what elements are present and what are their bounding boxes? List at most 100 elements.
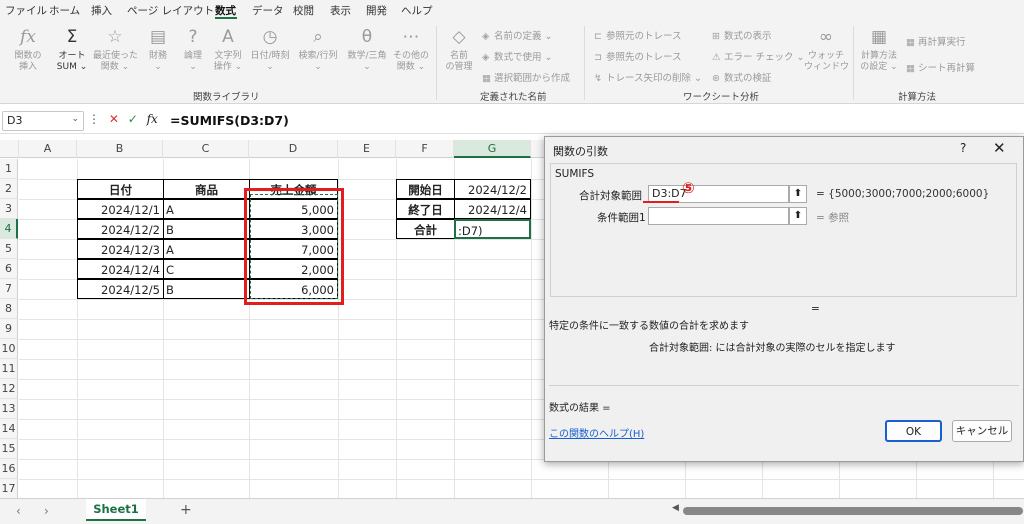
column-header-d[interactable]: D — [249, 140, 338, 158]
define-name-button[interactable]: ◈ 名前の定義 ⌄ — [482, 28, 552, 42]
create-from-selection-button[interactable]: ▦ 選択範囲から作成 — [482, 70, 570, 84]
row-header[interactable]: 14 — [0, 419, 18, 439]
table-cell-product[interactable]: B — [163, 219, 250, 239]
row-header[interactable]: 13 — [0, 399, 18, 419]
tab-page-layout[interactable]: ページ レイアウト — [127, 3, 214, 18]
trace-precedents-button[interactable]: ⊏ 参照元のトレース — [594, 28, 682, 42]
row-header[interactable]: 4 — [0, 219, 18, 239]
column-header-b[interactable]: B — [77, 140, 163, 158]
insert-function-button[interactable]: fx 関数の 挿入 — [6, 26, 50, 73]
total-label[interactable]: 合計 — [396, 219, 455, 239]
calc-now-button[interactable]: ▦ 再計算実行 — [906, 34, 966, 48]
error-checking-button[interactable]: ⚠ エラー チェック ⌄ — [712, 49, 805, 63]
row-header[interactable]: 12 — [0, 379, 18, 399]
name-manager-button[interactable]: ◇ 名前 の管理 — [437, 26, 481, 73]
more-icon[interactable]: ⋮ — [88, 112, 100, 126]
horizontal-scrollbar[interactable] — [683, 507, 1023, 515]
row-header[interactable]: 11 — [0, 359, 18, 379]
tab-file[interactable]: ファイル — [5, 3, 47, 18]
scroll-right-icon[interactable]: › — [44, 504, 49, 518]
calc-sheet-button[interactable]: ▦ シート再計算 — [906, 60, 975, 74]
trace-icon: ⊐ — [594, 52, 602, 63]
ok-button[interactable]: OK — [885, 420, 942, 442]
table-cell-product[interactable]: A — [163, 199, 250, 219]
row-header[interactable]: 1 — [0, 159, 18, 179]
collapse-dialog-button[interactable]: ⬆ — [789, 207, 807, 225]
more-functions-button[interactable]: ⋯ その他の 関数 ⌄ — [389, 26, 433, 73]
table-header-date[interactable]: 日付 — [77, 179, 164, 199]
use-in-formula-button[interactable]: ◈ 数式で使用 ⌄ — [482, 49, 552, 63]
chevron-down-icon[interactable]: ⌄ — [71, 114, 79, 124]
show-formulas-button[interactable]: ⊞ 数式の表示 — [712, 28, 772, 42]
table-cell-date[interactable]: 2024/12/3 — [77, 239, 164, 259]
table-cell-product[interactable]: B — [163, 279, 250, 299]
row-header[interactable]: 6 — [0, 259, 18, 279]
column-header-c[interactable]: C — [163, 140, 249, 158]
table-cell-product[interactable]: C — [163, 259, 250, 279]
recent-functions-button[interactable]: ☆ 最近使った 関数 ⌄ — [93, 26, 138, 73]
row-header[interactable]: 17 — [0, 479, 18, 499]
row-header[interactable]: 5 — [0, 239, 18, 259]
start-date-value[interactable]: 2024/12/2 — [454, 179, 531, 199]
end-date-label[interactable]: 終了日 — [396, 199, 455, 219]
evaluate-formula-button[interactable]: ⊛ 数式の検証 — [712, 70, 772, 84]
help-icon[interactable]: ? — [960, 141, 966, 155]
formula-input[interactable]: =SUMIFS(D3:D7) — [170, 113, 289, 128]
end-date-value[interactable]: 2024/12/4 — [454, 199, 531, 219]
math-button[interactable]: θ 数学/三角 ⌄ — [345, 26, 389, 73]
tab-data[interactable]: データ — [252, 3, 284, 18]
trace-dependents-button[interactable]: ⊐ 参照先のトレース — [594, 49, 682, 63]
tab-formulas[interactable]: 数式 — [215, 3, 236, 18]
total-value-cell[interactable]: :D7) — [454, 219, 531, 239]
row-header[interactable]: 8 — [0, 299, 18, 319]
function-help-link[interactable]: この関数のヘルプ(H) — [549, 425, 644, 440]
fx-icon[interactable]: fx — [147, 112, 158, 126]
lookup-icon: ⌕ — [313, 27, 323, 47]
column-header-g[interactable]: G — [454, 140, 531, 158]
row-header[interactable]: 2 — [0, 179, 18, 199]
select-all-corner[interactable] — [0, 140, 19, 158]
cancel-button[interactable]: キャンセル — [952, 420, 1012, 442]
table-cell-product[interactable]: A — [163, 239, 250, 259]
row-header[interactable]: 3 — [0, 199, 18, 219]
scroll-left-arrow-icon[interactable]: ◀ — [672, 503, 679, 513]
tab-help[interactable]: ヘルプ — [401, 3, 433, 18]
remove-arrows-button[interactable]: ↯ トレース矢印の削除 ⌄ — [594, 70, 702, 84]
check-icon[interactable]: ✓ — [128, 112, 138, 126]
name-box[interactable]: D3 ⌄ — [2, 111, 84, 131]
row-header[interactable]: 10 — [0, 339, 18, 359]
row-header[interactable]: 7 — [0, 279, 18, 299]
cancel-icon[interactable]: ✕ — [109, 112, 119, 126]
sheet-tab-sheet1[interactable]: Sheet1 — [86, 499, 146, 521]
row-header[interactable]: 9 — [0, 319, 18, 339]
tab-developer[interactable]: 開発 — [366, 3, 387, 18]
lookup-button[interactable]: ⌕ 検索/行列 ⌄ — [296, 26, 340, 73]
start-date-label[interactable]: 開始日 — [396, 179, 455, 199]
column-header-a[interactable]: A — [19, 140, 77, 158]
tab-insert[interactable]: 挿入 — [91, 3, 112, 18]
autosum-button[interactable]: Σ オート SUM ⌄ — [50, 26, 94, 73]
close-icon[interactable]: ✕ — [993, 139, 1006, 157]
criteria-range1-input[interactable] — [648, 207, 789, 225]
table-header-product[interactable]: 商品 — [163, 179, 250, 199]
table-cell-date[interactable]: 2024/12/4 — [77, 259, 164, 279]
table-cell-date[interactable]: 2024/12/5 — [77, 279, 164, 299]
row-header[interactable]: 15 — [0, 439, 18, 459]
watch-window-button[interactable]: ∞ ウォッチ ウィンドウ — [804, 26, 849, 73]
row-header[interactable]: 16 — [0, 459, 18, 479]
datetime-button[interactable]: ◷ 日付/時刻 ⌄ — [248, 26, 292, 73]
column-header-e[interactable]: E — [338, 140, 396, 158]
table-cell-date[interactable]: 2024/12/2 — [77, 219, 164, 239]
tab-view[interactable]: 表示 — [330, 3, 351, 18]
tab-home[interactable]: ホーム — [49, 3, 80, 18]
column-header-f[interactable]: F — [396, 140, 454, 158]
table-cell-date[interactable]: 2024/12/1 — [77, 199, 164, 219]
formula-bar: D3 ⌄ ⋮ ✕ ✓ fx =SUMIFS(D3:D7) — [0, 108, 1024, 134]
calc-options-button[interactable]: ▦ 計算方法 の設定 ⌄ — [857, 26, 901, 73]
text-button[interactable]: A 文字列 操作 ⌄ — [206, 26, 250, 73]
collapse-dialog-button[interactable]: ⬆ — [789, 185, 807, 203]
evaluate-icon: ⊛ — [712, 73, 720, 84]
add-sheet-button[interactable]: + — [180, 502, 192, 518]
tab-review[interactable]: 校閲 — [293, 3, 314, 18]
scroll-left-icon[interactable]: ‹ — [16, 504, 21, 518]
